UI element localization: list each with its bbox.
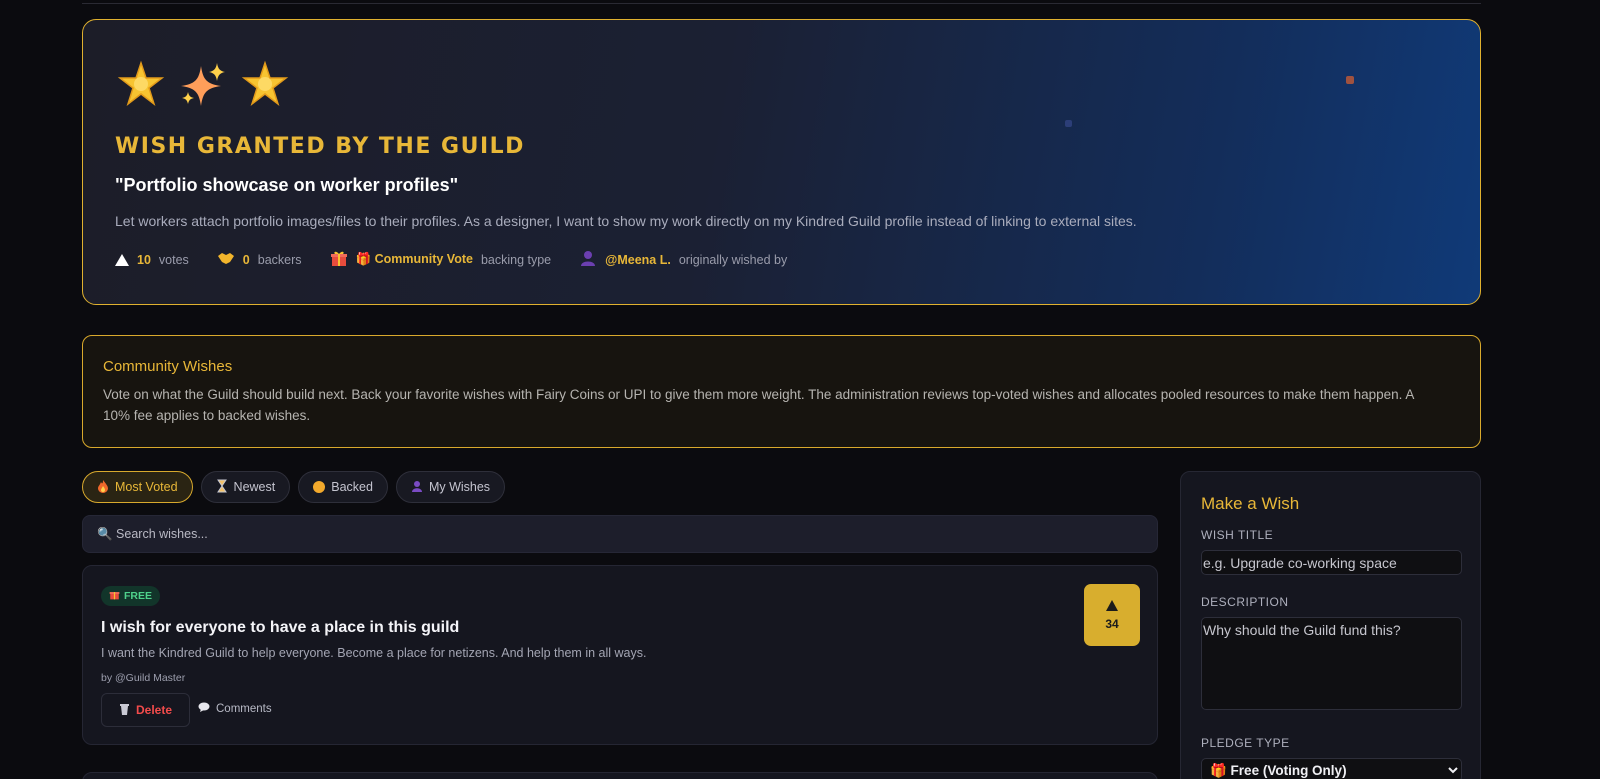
wish-granted-banner: WISH GRANTED BY THE GUILD "Portfolio sho… bbox=[82, 19, 1481, 305]
tab-label: Most Voted bbox=[115, 480, 178, 494]
gift-icon bbox=[109, 589, 120, 603]
comments-label: Comments bbox=[216, 703, 272, 715]
description-label: DESCRIPTION bbox=[1201, 595, 1289, 609]
user-silhouette-icon bbox=[579, 249, 597, 270]
delete-button[interactable]: Delete bbox=[101, 693, 190, 727]
tab-my-wishes[interactable]: My Wishes bbox=[395, 471, 506, 503]
upvote-button[interactable]: 34 bbox=[1084, 584, 1140, 646]
pledge-type-select[interactable]: 🎁 Free (Voting Only) bbox=[1201, 758, 1462, 779]
author-stat: @Meena L. originally wished by bbox=[579, 249, 787, 270]
wish-card-next bbox=[82, 772, 1158, 779]
vote-count: 34 bbox=[1105, 616, 1119, 631]
backing-type-label: backing type bbox=[480, 252, 552, 267]
glowing-star-icon bbox=[117, 60, 165, 108]
community-description: Vote on what the Guild should build next… bbox=[103, 387, 1414, 423]
delete-label: Delete bbox=[135, 703, 173, 717]
granted-wish-description: Let workers attach portfolio images/file… bbox=[115, 213, 1137, 229]
votes-stat: 10 votes bbox=[115, 253, 189, 267]
tab-backed[interactable]: Backed bbox=[298, 471, 388, 503]
granted-wish-title: "Portfolio showcase on worker profiles" bbox=[115, 175, 459, 195]
badge-label: FREE bbox=[124, 590, 153, 602]
search-input[interactable] bbox=[97, 527, 997, 541]
gift-icon bbox=[330, 249, 348, 270]
decorative-dot bbox=[1346, 76, 1354, 84]
backers-label: backers bbox=[257, 252, 302, 267]
votes-value: 10 bbox=[137, 252, 151, 267]
panel-title: Make a Wish bbox=[1201, 494, 1300, 513]
pledge-type-label: PLEDGE TYPE bbox=[1201, 736, 1290, 750]
wish-title-label: WISH TITLE bbox=[1201, 528, 1274, 542]
celebration-icons bbox=[117, 60, 289, 108]
backers-value: 0 bbox=[242, 252, 250, 267]
community-title: Community Wishes bbox=[103, 358, 233, 375]
trash-icon bbox=[119, 703, 130, 718]
coin-icon bbox=[313, 481, 326, 493]
handshake-icon bbox=[217, 251, 235, 268]
comments-button[interactable]: Comments bbox=[198, 702, 272, 716]
hourglass-icon bbox=[216, 479, 228, 496]
upvote-icon bbox=[1106, 599, 1118, 611]
upvote-icon bbox=[115, 253, 129, 266]
search-bar bbox=[82, 515, 1158, 553]
tab-most-voted[interactable]: Most Voted bbox=[82, 471, 193, 503]
page: WISH GRANTED BY THE GUILD "Portfolio sho… bbox=[0, 0, 1600, 779]
wish-card: FREE I wish for everyone to have a place… bbox=[82, 565, 1158, 745]
tab-label: My Wishes bbox=[428, 480, 491, 494]
decorative-dot bbox=[1065, 120, 1072, 127]
make-a-wish-panel: Make a Wish WISH TITLE DESCRIPTION PLEDG… bbox=[1180, 471, 1481, 779]
sparkles-icon bbox=[179, 60, 227, 108]
description-input[interactable] bbox=[1201, 617, 1462, 710]
author-value: @Meena L. bbox=[605, 252, 671, 267]
tab-label: Newest bbox=[233, 480, 276, 494]
backing-type-value: 🎁 Community Vote bbox=[355, 252, 473, 266]
author-label: originally wished by bbox=[678, 252, 788, 267]
wish-description: I want the Kindred Guild to help everyon… bbox=[101, 646, 647, 660]
top-divider bbox=[82, 3, 1481, 4]
backers-stat: 0 backers bbox=[217, 251, 302, 268]
tab-newest[interactable]: Newest bbox=[200, 471, 291, 503]
glowing-star-icon bbox=[241, 60, 289, 108]
fire-icon bbox=[97, 479, 109, 496]
wish-author: by @Guild Master bbox=[101, 672, 186, 684]
filter-tabs: Most Voted Newest Backed My Wishes bbox=[82, 471, 506, 503]
wish-title: I wish for everyone to have a place in t… bbox=[101, 619, 460, 636]
user-silhouette-icon bbox=[411, 480, 423, 495]
granted-wish-meta: 10 votes 0 backers 🎁 Community Vote back… bbox=[115, 249, 815, 270]
pledge-badge: FREE bbox=[101, 586, 161, 606]
backing-type-stat: 🎁 Community Vote backing type bbox=[330, 249, 552, 270]
tab-label: Backed bbox=[331, 480, 373, 494]
votes-label: votes bbox=[158, 252, 189, 267]
community-wishes-info: Community Wishes Vote on what the Guild … bbox=[82, 335, 1481, 448]
wish-title-input[interactable] bbox=[1201, 550, 1462, 575]
banner-title: WISH GRANTED BY THE GUILD bbox=[115, 134, 525, 159]
speech-bubble-icon bbox=[198, 702, 210, 716]
